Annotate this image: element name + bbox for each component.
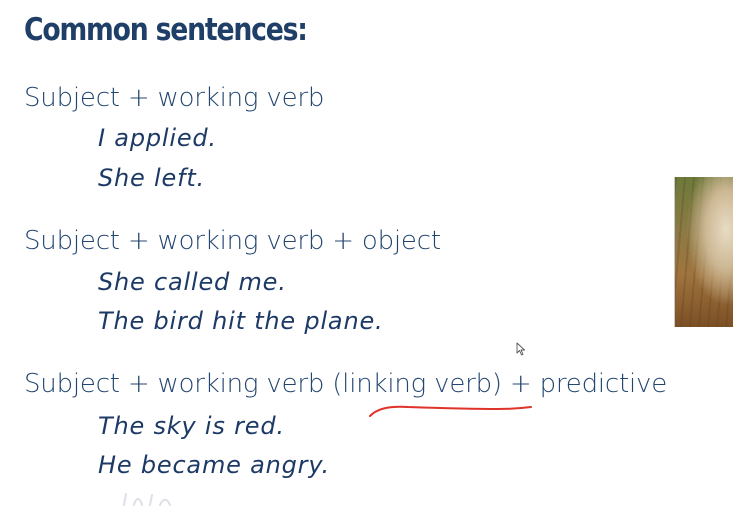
handwritten-example: He became angry. — [98, 451, 330, 479]
mouse-cursor-icon — [516, 342, 525, 356]
handwritten-example: I applied. — [98, 124, 217, 152]
pattern-subject-linking-verb-predictive: Subject + working verb (linking verb) + … — [24, 369, 668, 399]
faint-handwriting-mark — [123, 493, 171, 506]
slide-title: Common sentences: — [24, 12, 308, 48]
handwritten-example: The bird hit the plane. — [98, 307, 384, 335]
handwritten-example: She called me. — [98, 268, 287, 296]
pattern-subject-verb-object: Subject + working verb + object — [24, 226, 441, 256]
handwritten-example: The sky is red. — [98, 412, 285, 440]
red-underline-annotation — [369, 405, 532, 417]
handwritten-example: She left. — [98, 164, 205, 192]
photo-image — [674, 177, 733, 327]
pattern-subject-verb: Subject + working verb — [24, 83, 325, 113]
